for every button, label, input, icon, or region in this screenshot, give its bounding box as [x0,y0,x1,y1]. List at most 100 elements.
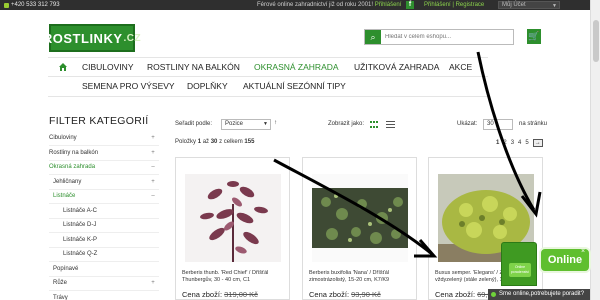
category-label: Trávy [53,294,68,300]
online-status-icon [491,292,496,297]
topbar-message-text: Férové online zahradnictví již od roku 2… [257,2,374,8]
page-link[interactable]: 5 [525,140,528,146]
close-icon[interactable]: × [579,248,587,256]
count-prefix: Položky [175,139,197,145]
category-item[interactable]: Okrasná zahrada – [49,161,159,175]
sort-direction-icon[interactable]: ↑ [274,120,277,126]
category-item[interactable]: Trávy [49,292,159,300]
category-toggle-icon[interactable]: – [149,161,157,174]
category-toggle-icon[interactable]: + [149,277,157,290]
item-count: Položky 1 až 30 z celkem 155 [175,139,254,145]
page-link[interactable]: 3 [511,140,514,146]
listing-toolbar: Seřadit podle: Pozice ▼ ↑ Zobrazit jako:… [175,118,589,132]
login-register-link[interactable]: Přihlášení | Registrace [424,2,484,8]
category-toggle-icon[interactable]: – [149,190,157,203]
per-page-value: 30 [487,121,494,127]
category-label: Jehličnany [53,178,82,185]
next-page-icon[interactable]: → [532,139,543,147]
my-account-label: Můj Účet [502,2,526,8]
category-item[interactable]: Růže + [49,277,159,291]
phone-icon [4,2,9,8]
chat-badge[interactable]: Online poradenství [501,242,537,286]
my-account-dropdown[interactable]: Můj Účet ▼ [498,1,560,9]
category-item[interactable]: Listnáče K-P [49,234,159,248]
search-input[interactable] [385,30,511,44]
category-item[interactable]: Jehličnany + [49,176,159,190]
page-link[interactable]: 2 [503,140,506,146]
nav-item-cibuloviny[interactable]: CIBULOVINY [82,62,134,72]
category-toggle-icon[interactable] [149,234,157,247]
category-item[interactable]: Listnáče – [49,190,159,204]
price-label: Cena zboží: [435,290,476,299]
nav-item-okrasna-zahrada[interactable]: OKRASNÁ ZAHRADA [254,62,339,72]
category-toggle-icon[interactable] [149,219,157,232]
sort-select-value: Pozice [225,121,244,127]
category-item[interactable]: Cibuloviny + [49,132,159,146]
price-label: Cena zboží: [182,290,223,299]
filter-title: FILTER KATEGORIÍ [49,115,149,127]
nav-item-doplnky[interactable]: DOPLŇKY [187,81,228,91]
count-of-word: z celkem [219,139,243,145]
category-toggle-icon[interactable] [149,263,157,276]
page-link[interactable]: 4 [518,140,521,146]
sort-label: Seřadit podle: [175,121,213,127]
category-toggle-icon[interactable]: + [149,176,157,189]
chat-bar-text: Sme online,potrebujete poradit? [499,291,585,297]
product-card[interactable]: Berberis thunb. 'Red Chief' / Dříšťál Th… [175,157,290,300]
nav-item-akce[interactable]: AKCE [449,62,472,72]
nav-item-rostliny-na-balkon[interactable]: ROSTLINY NA BALKÓN [147,62,240,72]
topbar-message-link[interactable]: Přihlášení [375,2,402,8]
category-item[interactable]: Rostliny na balkón + [49,147,159,161]
scrollbar-thumb[interactable] [593,20,599,62]
search-icon[interactable]: ⌕ [365,30,381,44]
category-toggle-icon[interactable] [149,205,157,218]
product-price: Cena zboží: 319,00 Kč [182,290,258,299]
list-view-icon[interactable] [386,121,395,129]
pagination: 1 2 3 4 5 → [496,139,543,147]
category-toggle-icon[interactable] [149,248,157,261]
product-image[interactable] [185,174,281,262]
site-logo[interactable]: ROSTLINKY .CZ [43,24,141,52]
product-card[interactable]: Berberis buxifolia 'Nana' / Dříšťál zimo… [302,157,417,300]
product-image[interactable] [312,174,408,262]
phone-contact: +420 533 312 793 [4,2,60,8]
category-label: Listnáče K-P [63,236,98,243]
main-nav-row2: SEMENA PRO VÝSEVY DOPLŇKY AKTUÁLNÍ SEZÓN… [48,77,488,97]
category-item[interactable]: Listnáče A-C [49,205,159,219]
category-label: Cibuloviny [49,135,77,141]
count-to-word: až [202,139,210,145]
category-label: Listnáče [53,193,76,199]
sort-select[interactable]: Pozice ▼ [221,119,271,130]
category-toggle-icon[interactable]: + [149,132,157,145]
per-page-select[interactable]: 30 [483,119,513,130]
page-link[interactable]: 1 [496,140,499,146]
topbar-message: Férové online zahradnictví již od roku 2… [257,2,401,8]
search-box: ⌕ [364,29,514,45]
nav-item-uzitkova-zahrada[interactable]: UŽITKOVÁ ZAHRADA [354,62,439,72]
category-item[interactable]: Listnáče Q-Z [49,248,159,262]
category-item[interactable]: Popínavé [49,263,159,277]
phone-number: +420 533 312 793 [11,2,60,8]
grid-view-icon[interactable] [370,121,380,129]
chat-bar[interactable]: Sme online,potrebujete poradit? [488,289,590,300]
nav-item-semena[interactable]: SEMENA PRO VÝSEVY [82,81,175,91]
chat-badge-label: Online poradenství [509,263,531,277]
product-price: Cena zboží: 93,90 Kč [309,290,381,299]
cart-icon[interactable]: 🛒 [527,29,541,44]
category-item[interactable]: Listnáče D-J [49,219,159,233]
home-icon[interactable] [58,62,68,72]
nav-item-sezonni-tipy[interactable]: AKTUÁLNÍ SEZÓNNÍ TIPY [243,81,346,91]
product-name[interactable]: Berberis thunb. 'Red Chief' / Dříšťál Th… [182,270,286,284]
count-to: 30 [210,139,218,145]
price-value: 319,00 Kč [224,290,258,299]
facebook-icon[interactable]: f [406,1,414,9]
page-scrollbar[interactable] [590,0,600,300]
chevron-down-icon: ▼ [263,121,268,127]
category-toggle-icon[interactable] [149,292,157,300]
count-from: 1 [197,139,202,145]
product-name[interactable]: Berberis buxifolia 'Nana' / Dříšťál zimo… [309,270,413,284]
category-label: Okrasná zahrada [49,164,96,170]
category-label: Listnáče D-J [63,222,97,228]
category-toggle-icon[interactable]: + [149,147,157,160]
price-label: Cena zboží: [309,290,350,299]
